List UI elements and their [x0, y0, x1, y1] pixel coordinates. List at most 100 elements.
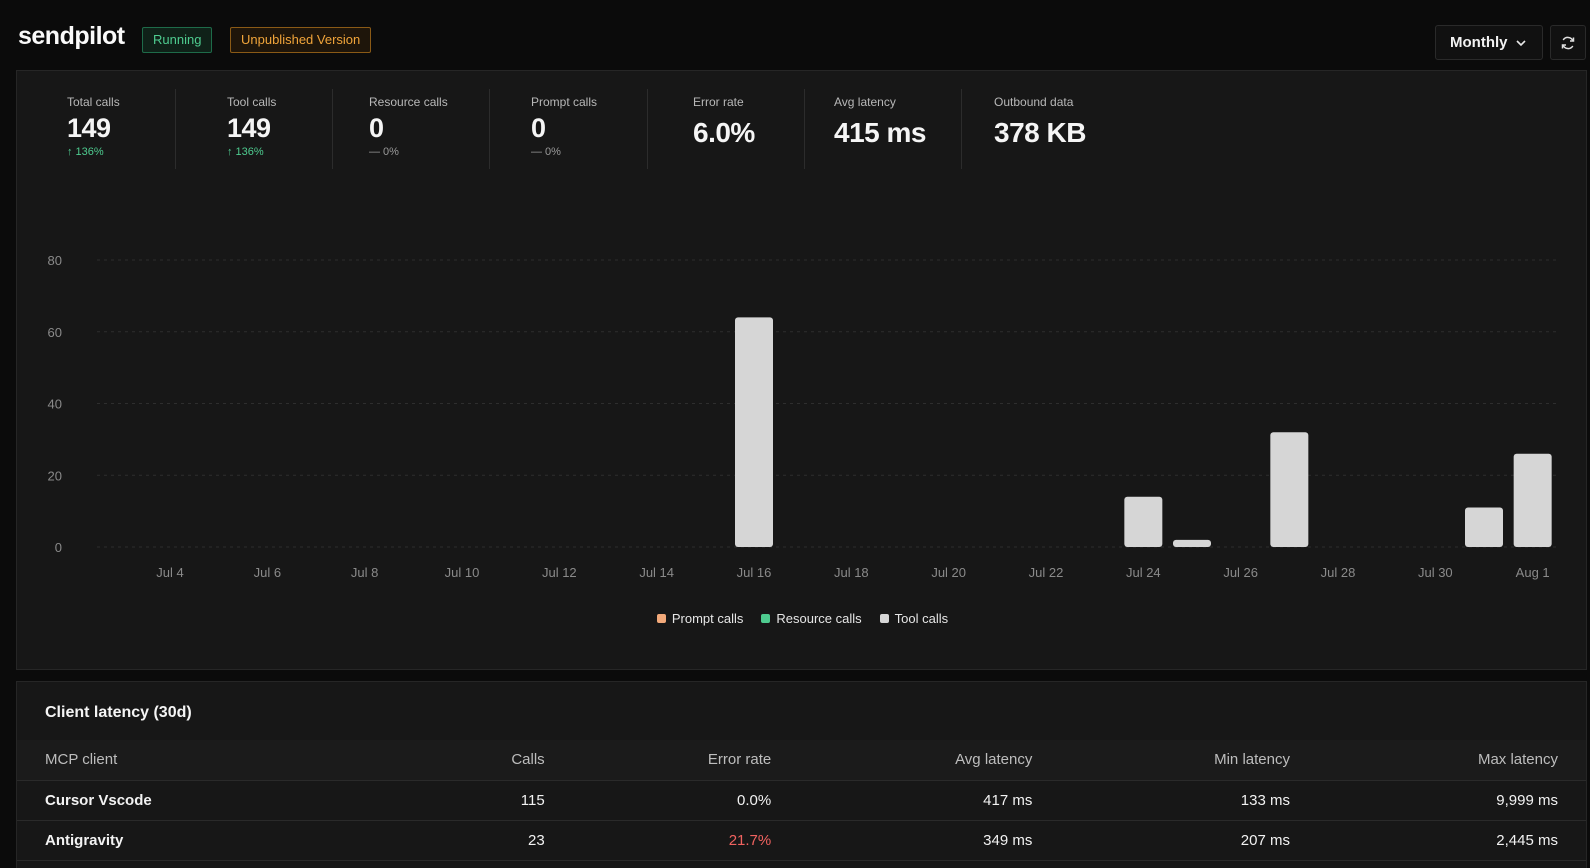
x-tick-label: Jul 20	[931, 565, 966, 580]
y-tick-label: 80	[48, 253, 62, 268]
x-tick-label: Jul 26	[1223, 565, 1258, 580]
stat-change-value: 136%	[75, 146, 104, 158]
error-rate-cell: 0.0%	[572, 780, 800, 821]
arrow-up-icon: ↑	[227, 146, 233, 158]
stat-change: ↑ 136%	[227, 146, 276, 158]
stat-error-rate: Error rate 6.0%	[693, 95, 755, 149]
status-badge: Running	[142, 27, 213, 53]
table-header-row: MCP client Calls Error rate Avg latency …	[17, 740, 1586, 781]
bar-tool-calls[interactable]	[735, 317, 773, 547]
stat-label: Total calls	[67, 95, 120, 109]
divider	[961, 89, 962, 169]
usage-panel: Total calls 149 ↑ 136% Tool calls 149 ↑ 13…	[16, 70, 1587, 670]
max-latency-cell: 9,999 ms	[1317, 780, 1586, 821]
x-tick-label: Jul 24	[1126, 565, 1161, 580]
column-header[interactable]: Error rate	[572, 740, 800, 781]
divider	[804, 89, 805, 169]
legend-item-tool-calls[interactable]: Tool calls	[879, 611, 948, 626]
dash-icon: —	[369, 146, 380, 158]
stat-change: —0%	[531, 146, 597, 158]
calls-cell: 115	[420, 780, 573, 821]
legend-label: Prompt calls	[671, 611, 744, 626]
stat-change-value: 0%	[383, 146, 399, 158]
stat-total-calls: Total calls 149 ↑ 136%	[67, 95, 120, 158]
divider	[332, 89, 333, 169]
y-tick-label: 40	[48, 397, 62, 412]
chevron-down-icon	[1515, 39, 1526, 46]
calls-bar-chart: 0 20 40 60 80 Jul 4 Jul 6 Jul 8 Jul 10 Jul 12 Jul …	[48, 253, 1557, 580]
x-tick-label: Jul 30	[1418, 565, 1453, 580]
stat-label: Tool calls	[227, 95, 277, 109]
x-tick-label: Jul 12	[542, 565, 577, 580]
divider	[489, 89, 490, 169]
column-header[interactable]: Min latency	[1060, 740, 1318, 781]
table-row[interactable]: Cursor Vscode 115 0.0% 417 ms 133 ms 9,9…	[17, 780, 1586, 821]
client-latency-panel: Client latency (30d) MCP client Calls Er…	[16, 681, 1587, 868]
avg-latency-cell: 417 ms	[799, 780, 1061, 821]
x-tick-label: Jul 22	[1029, 565, 1064, 580]
x-tick-label: Jul 28	[1321, 565, 1356, 580]
stat-value: 149	[67, 113, 111, 143]
stat-change-value: 0%	[545, 146, 561, 158]
table-row[interactable]: Antigravity 23 21.7% 349 ms 207 ms 2,445…	[17, 820, 1586, 861]
x-tick-label: Jul 4	[156, 565, 183, 580]
stat-outbound-data: Outbound data 378 KB	[994, 95, 1086, 149]
divider	[175, 89, 176, 169]
legend-label: Resource calls	[776, 611, 862, 626]
header: sendpilot Running Unpublished Version Mo…	[0, 0, 1590, 70]
stat-label: Outbound data	[994, 95, 1074, 109]
client-name: Cursor Vscode	[17, 780, 421, 821]
panel-title: Client latency (30d)	[45, 704, 192, 721]
min-latency-cell: 207 ms	[1060, 820, 1318, 861]
avg-latency-cell: 349 ms	[799, 820, 1061, 861]
arrow-up-icon: ↑	[67, 146, 73, 158]
stat-value: 0	[531, 113, 546, 143]
stat-value: 6.0%	[693, 117, 755, 148]
stat-value: 149	[227, 113, 271, 143]
period-select-label: Monthly	[1450, 34, 1508, 51]
bar-tool-calls[interactable]	[1270, 432, 1309, 547]
x-tick-label: Jul 16	[737, 565, 772, 580]
legend-swatch	[879, 614, 889, 623]
column-header[interactable]: Calls	[420, 740, 573, 781]
x-tick-label: Jul 8	[351, 565, 378, 580]
stat-avg-latency: Avg latency 415 ms	[834, 95, 926, 149]
x-tick-label: Jul 6	[254, 565, 281, 580]
period-select[interactable]: Monthly	[1435, 25, 1543, 60]
stat-prompt-calls: Prompt calls 0 —0%	[531, 95, 597, 158]
max-latency-cell: 2,445 ms	[1317, 820, 1586, 861]
legend-item-prompt-calls[interactable]: Prompt calls	[656, 611, 744, 626]
divider	[647, 89, 648, 169]
x-tick-label: Jul 18	[834, 565, 869, 580]
column-header[interactable]: Avg latency	[799, 740, 1061, 781]
stat-value: 0	[369, 113, 384, 143]
legend-item-resource-calls[interactable]: Resource calls	[761, 611, 862, 626]
refresh-button[interactable]	[1550, 25, 1586, 60]
bar-tool-calls[interactable]	[1173, 539, 1211, 547]
x-tick-label: Jul 14	[639, 565, 674, 580]
bar-tool-calls[interactable]	[1124, 496, 1163, 547]
legend-swatch	[656, 614, 666, 623]
column-header[interactable]: MCP client	[17, 740, 421, 781]
stat-change-value: 136%	[235, 146, 264, 158]
error-rate-cell: 21.7%	[572, 820, 800, 861]
stat-label: Error rate	[693, 95, 744, 109]
stat-tool-calls: Tool calls 149 ↑ 136%	[227, 95, 276, 158]
stat-label: Prompt calls	[531, 95, 598, 109]
chart-legend: Prompt calls Resource calls Tool calls	[17, 611, 1588, 626]
stat-value: 415 ms	[834, 117, 926, 148]
stat-label: Resource calls	[369, 95, 448, 109]
y-tick-label: 60	[48, 325, 62, 340]
stat-label: Avg latency	[834, 95, 896, 109]
x-tick-label: Aug 1	[1516, 565, 1550, 580]
legend-swatch	[761, 614, 771, 623]
stat-change: ↑ 136%	[67, 146, 120, 158]
y-tick-label: 0	[55, 540, 62, 555]
bar-tool-calls[interactable]	[1513, 453, 1552, 547]
stat-value: 378 KB	[994, 117, 1086, 148]
bar-tool-calls[interactable]	[1465, 507, 1503, 547]
stat-resource-calls: Resource calls 0 —0%	[369, 95, 448, 158]
client-name: Antigravity	[17, 820, 421, 861]
column-header[interactable]: Max latency	[1317, 740, 1586, 781]
stat-change: —0%	[369, 146, 448, 158]
